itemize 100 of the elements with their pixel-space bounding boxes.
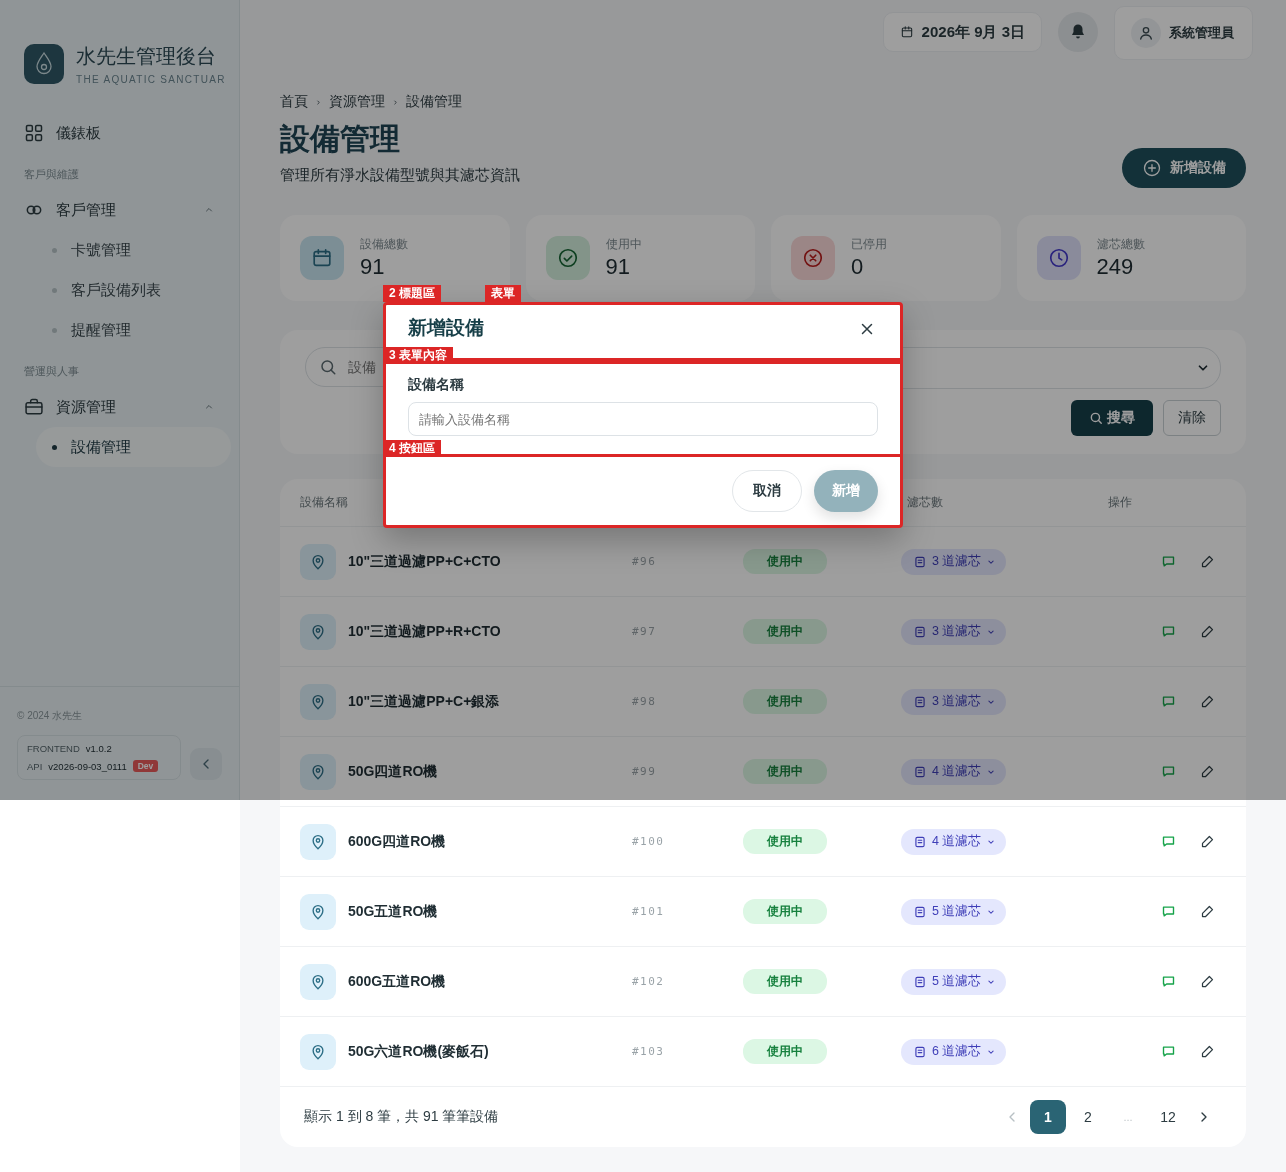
pencil-icon bbox=[1200, 904, 1215, 919]
field-label: 設備名稱 bbox=[408, 376, 465, 394]
comment-icon bbox=[1161, 834, 1176, 849]
status-badge: 使用中 bbox=[743, 899, 827, 924]
pencil-icon bbox=[1200, 764, 1215, 779]
column-header: 操作 bbox=[1108, 494, 1133, 511]
status-badge: 使用中 bbox=[743, 759, 827, 784]
pencil-icon bbox=[1200, 624, 1215, 639]
device-code: #97 bbox=[632, 625, 658, 638]
location-pin-icon bbox=[300, 963, 336, 1000]
pagination-summary: 顯示 1 到 8 筆，共 91 筆筆設備 bbox=[304, 1108, 499, 1126]
environment-badge: Dev bbox=[132, 760, 159, 772]
filter-count-chip[interactable]: 6 道濾芯 bbox=[901, 1038, 1007, 1065]
device-code: #102 bbox=[632, 975, 666, 988]
search-icon bbox=[1089, 411, 1103, 425]
nav-item[interactable]: 卡號管理 bbox=[36, 230, 231, 270]
notification-button[interactable] bbox=[1058, 12, 1098, 52]
device-code: #101 bbox=[632, 905, 666, 918]
page-subtitle: 管理所有淨水設備型號與其濾芯資訊 bbox=[280, 166, 520, 185]
status-badge: 使用中 bbox=[743, 549, 827, 574]
annotation-label: 4 按鈕區 bbox=[383, 440, 441, 457]
filter-count-chip[interactable]: 4 道濾芯 bbox=[901, 758, 1007, 785]
nav-section-label: 客戶與維護 bbox=[23, 167, 80, 182]
filter-count-chip[interactable]: 3 道濾芯 bbox=[901, 688, 1007, 715]
nav-group[interactable]: 資源管理 bbox=[0, 387, 239, 427]
location-pin-icon bbox=[300, 613, 336, 650]
stat-value: 91 bbox=[360, 253, 386, 280]
filter-count-chip[interactable]: 5 道濾芯 bbox=[901, 898, 1007, 925]
page-button[interactable]: 2 bbox=[1070, 1100, 1106, 1134]
dialog-title: 新增設備 bbox=[408, 316, 484, 340]
location-pin-icon bbox=[300, 753, 336, 790]
filter-count-chip[interactable]: 5 道濾芯 bbox=[901, 968, 1007, 995]
nav-item[interactable]: 設備管理 bbox=[36, 427, 231, 467]
status-badge: 使用中 bbox=[743, 689, 827, 714]
stat-label: 濾芯總數 bbox=[1096, 236, 1145, 252]
device-code: #96 bbox=[632, 555, 658, 568]
add-button[interactable]: 新增設備 bbox=[1122, 148, 1246, 188]
annotation-label: 3 表單內容 bbox=[383, 347, 453, 364]
location-pin-icon bbox=[300, 893, 336, 930]
pagination-ellipsis: ... bbox=[1122, 1110, 1134, 1125]
search-icon bbox=[319, 358, 337, 376]
device-name: 50G四道RO機 bbox=[348, 762, 438, 781]
column-header: 濾芯數 bbox=[906, 494, 944, 511]
filter-count-chip[interactable]: 3 道濾芯 bbox=[901, 548, 1007, 575]
status-badge: 使用中 bbox=[743, 829, 827, 854]
device-name: 600G五道RO機 bbox=[348, 972, 446, 991]
breadcrumb-link[interactable]: 資源管理 bbox=[329, 93, 385, 111]
device-name: 10"三道過濾PP+C+銀添 bbox=[348, 692, 500, 711]
pencil-icon bbox=[1200, 554, 1215, 569]
nav-item[interactable]: 客戶設備列表 bbox=[36, 270, 231, 310]
clear-button[interactable]: 清除 bbox=[1163, 400, 1221, 436]
pencil-icon bbox=[1200, 834, 1215, 849]
nav-group[interactable]: 客戶管理 bbox=[0, 190, 239, 230]
plus-circle-icon bbox=[1142, 158, 1162, 178]
date-chip: 2026年 9月 3日 bbox=[882, 12, 1042, 52]
comment-icon bbox=[1161, 904, 1176, 919]
app-tagline: THE AQUATIC SANCTUAR bbox=[76, 74, 226, 85]
filter-count-chip[interactable]: 3 道濾芯 bbox=[901, 618, 1007, 645]
check-circle-icon bbox=[556, 247, 579, 269]
breadcrumb-link[interactable]: 設備管理 bbox=[406, 93, 462, 111]
nav-item[interactable]: 提醒管理 bbox=[36, 310, 231, 350]
comment-icon bbox=[1161, 624, 1176, 639]
version-label: FRONTEND bbox=[27, 743, 80, 754]
device-name-input[interactable]: 請輸入設備名稱 bbox=[408, 402, 878, 436]
device-code: #100 bbox=[632, 835, 666, 848]
document-icon bbox=[913, 554, 927, 569]
page-button[interactable]: 1 bbox=[1030, 1100, 1066, 1134]
device-name: 10"三道過濾PP+C+CTO bbox=[348, 552, 501, 571]
logo-icon bbox=[24, 44, 64, 84]
page-button[interactable]: 12 bbox=[1150, 1100, 1186, 1134]
filter-count-chip[interactable]: 4 道濾芯 bbox=[901, 828, 1007, 855]
breadcrumb-link[interactable]: 首頁 bbox=[280, 93, 308, 111]
pencil-icon bbox=[1200, 694, 1215, 709]
column-header: 設備名稱 bbox=[300, 494, 349, 511]
search-button[interactable]: 搜尋 bbox=[1071, 400, 1153, 436]
device-name: 600G四道RO機 bbox=[348, 832, 446, 851]
calendar-icon bbox=[311, 247, 333, 269]
breadcrumb-separator-icon bbox=[391, 97, 400, 107]
comment-icon bbox=[1161, 1044, 1176, 1059]
clock-icon bbox=[1047, 247, 1070, 269]
status-badge: 使用中 bbox=[743, 969, 827, 994]
document-icon bbox=[913, 694, 927, 709]
stat-value: 249 bbox=[1096, 253, 1135, 280]
pencil-icon bbox=[1200, 1044, 1215, 1059]
location-pin-icon bbox=[300, 823, 336, 860]
comment-icon bbox=[1161, 974, 1176, 989]
document-icon bbox=[913, 624, 927, 639]
stat-value: 0 bbox=[851, 253, 865, 280]
grid-icon bbox=[24, 123, 44, 143]
document-icon bbox=[913, 974, 927, 989]
device-code: #98 bbox=[632, 695, 658, 708]
stat-label: 已停用 bbox=[851, 236, 887, 252]
cancel-button[interactable]: 取消 bbox=[732, 470, 802, 512]
collapse-button[interactable] bbox=[190, 748, 222, 780]
version-text: v1.0.2 bbox=[85, 743, 112, 754]
device-name: 50G六道RO機(麥飯石) bbox=[348, 1042, 489, 1061]
nav-item[interactable]: 儀錶板 bbox=[0, 113, 239, 153]
location-pin-icon bbox=[300, 1033, 336, 1070]
user-menu[interactable]: 系統管理員 bbox=[1114, 6, 1253, 60]
status-badge: 使用中 bbox=[743, 1039, 827, 1064]
